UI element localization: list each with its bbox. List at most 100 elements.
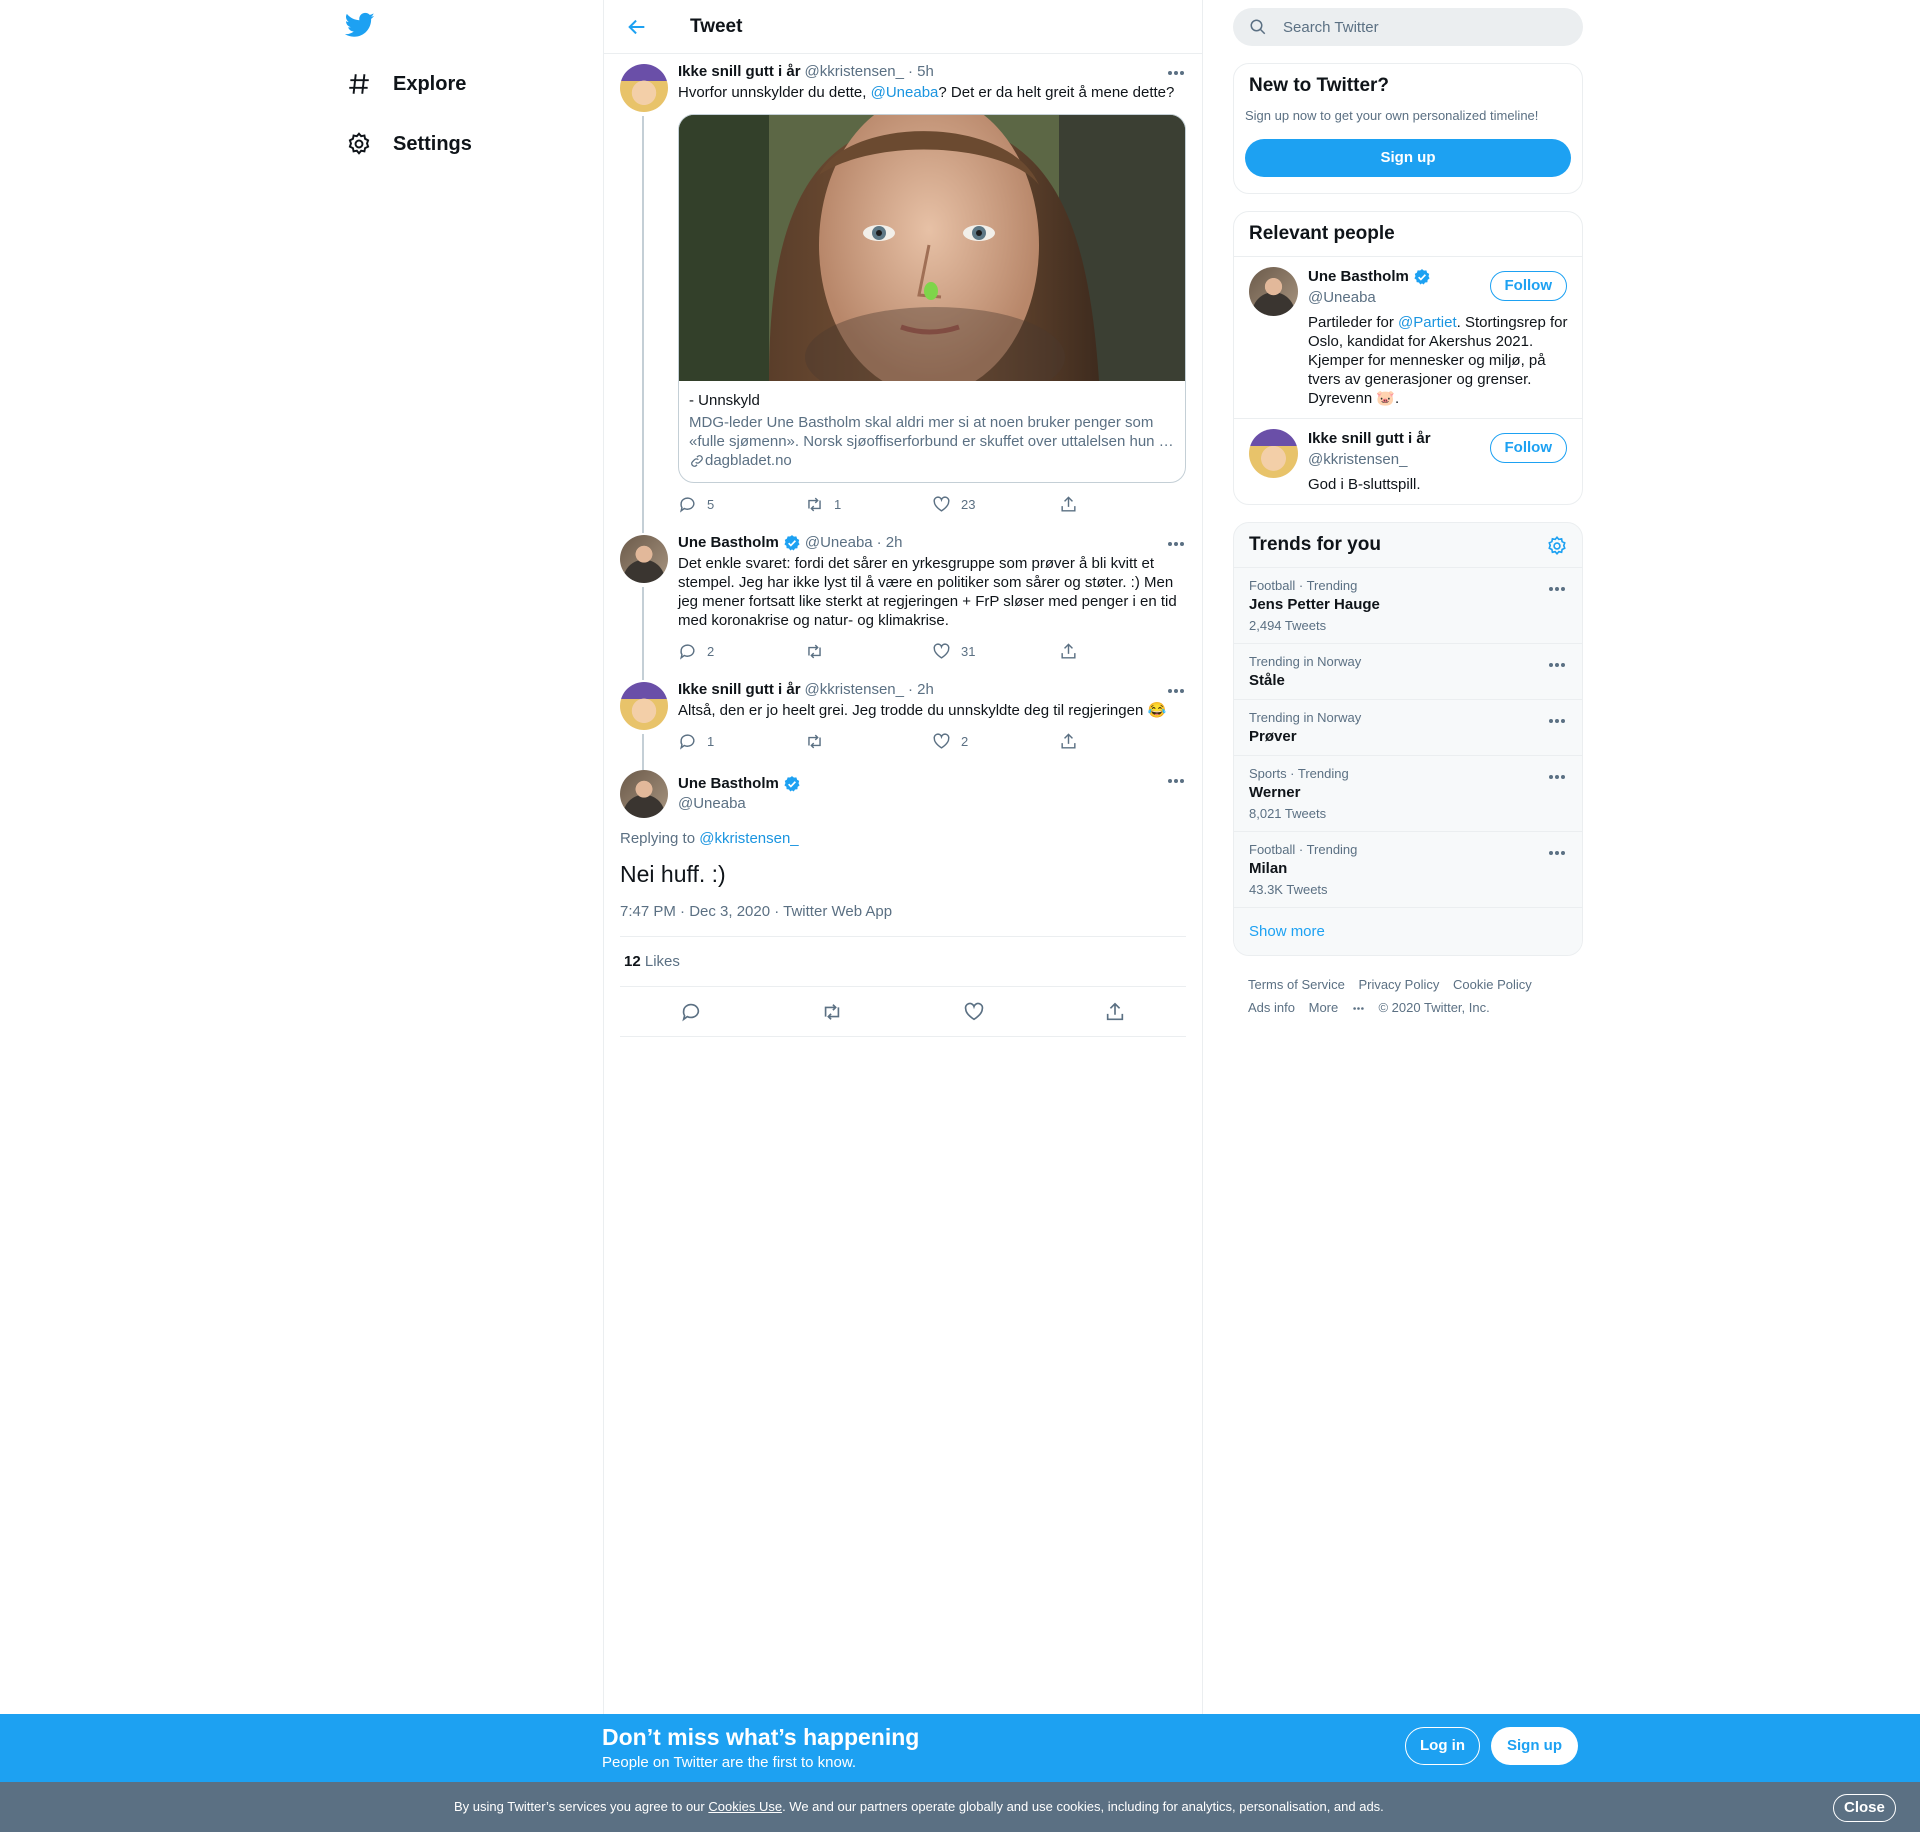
- tweet-author-name[interactable]: Une Bastholm: [678, 533, 779, 553]
- like-button[interactable]: 23: [932, 495, 1059, 514]
- card-domain: dagbladet.no: [689, 451, 1175, 470]
- heart-icon[interactable]: [963, 1001, 985, 1023]
- privacy-link[interactable]: Privacy Policy: [1358, 977, 1439, 992]
- ads-info-link[interactable]: Ads info: [1248, 1000, 1295, 1015]
- tweet-author-handle[interactable]: @kkristensen_: [805, 62, 904, 82]
- retweet-icon[interactable]: [821, 1001, 843, 1023]
- more-options-icon[interactable]: [1547, 580, 1567, 598]
- share-icon[interactable]: [1104, 1001, 1126, 1023]
- bio-mention-link[interactable]: @Partiet: [1398, 314, 1457, 331]
- more-options-icon[interactable]: [1547, 844, 1567, 862]
- trend-name: Prøver: [1249, 728, 1297, 746]
- tweet-author-handle[interactable]: @Uneaba: [805, 533, 873, 553]
- avatar[interactable]: [620, 64, 668, 112]
- person-card[interactable]: Ikke snill gutt i år @kkristensen_ God i…: [1234, 418, 1582, 504]
- twitter-logo-icon[interactable]: [344, 10, 381, 46]
- sign-up-button[interactable]: Sign up: [1245, 139, 1571, 177]
- footer-links: Terms of Service Privacy Policy Cookie P…: [1233, 956, 1583, 1036]
- trend-item[interactable]: Football · Trending Milan 43.3K Tweets: [1234, 831, 1582, 908]
- retweet-button[interactable]: [805, 732, 932, 751]
- avatar[interactable]: [620, 682, 668, 730]
- share-button[interactable]: [1059, 495, 1186, 514]
- relevant-people-title: Relevant people: [1249, 223, 1395, 244]
- tweet-author-name[interactable]: Ikke snill gutt i år: [678, 62, 801, 82]
- tweet-author-handle[interactable]: @Uneaba: [678, 794, 805, 814]
- link-card[interactable]: - Unnskyld MDG-leder Une Bastholm skal a…: [678, 114, 1186, 483]
- more-link[interactable]: More: [1309, 1000, 1365, 1015]
- retweet-count: 1: [834, 496, 842, 512]
- reply-button[interactable]: 5: [678, 495, 805, 514]
- link-icon: [691, 454, 703, 467]
- focused-tweet-actions: [620, 987, 1186, 1037]
- close-button[interactable]: Close: [1833, 1794, 1896, 1822]
- verified-badge-icon: [784, 535, 800, 551]
- tweet-metadata[interactable]: 7:47 PM · Dec 3, 2020 · Twitter Web App: [620, 903, 1186, 937]
- avatar[interactable]: [620, 770, 668, 818]
- replying-to-link[interactable]: @kkristensen_: [699, 830, 798, 847]
- retweet-icon: [808, 497, 821, 511]
- more-options-icon[interactable]: [1166, 772, 1186, 790]
- tweet-author-handle[interactable]: @kkristensen_: [805, 680, 904, 700]
- tweet-3[interactable]: Ikke snill gutt i år @kkristensen_ · 2h …: [604, 672, 1202, 770]
- avatar[interactable]: [620, 535, 668, 583]
- trend-item[interactable]: Sports · Trending Werner 8,021 Tweets: [1234, 755, 1582, 832]
- share-button[interactable]: [1059, 642, 1186, 661]
- tweet-text: Altså, den er jo heelt grei. Jeg trodde …: [678, 702, 1167, 719]
- tweet-author-name[interactable]: Ikke snill gutt i år: [678, 680, 801, 700]
- more-options-icon[interactable]: [1166, 682, 1186, 700]
- log-in-button[interactable]: Log in: [1405, 1727, 1480, 1765]
- tweet-time[interactable]: · 2h: [877, 533, 903, 553]
- more-options-icon[interactable]: [1166, 535, 1186, 553]
- person-card[interactable]: Une Bastholm @Uneaba Partileder for @Par…: [1234, 256, 1582, 418]
- cookie-policy-link[interactable]: Cookie Policy: [1453, 977, 1532, 992]
- follow-button[interactable]: Follow: [1489, 271, 1567, 301]
- more-options-icon[interactable]: [1547, 712, 1567, 730]
- nav-settings[interactable]: Settings: [345, 122, 472, 166]
- cookies-use-link[interactable]: Cookies Use: [708, 1799, 782, 1814]
- tweet-time[interactable]: · 2h: [908, 680, 934, 700]
- more-options-icon[interactable]: [1547, 768, 1567, 786]
- show-more-link[interactable]: Show more: [1234, 907, 1582, 956]
- trend-name: Jens Petter Hauge: [1249, 596, 1380, 614]
- main-column: Tweet Ikke snill gutt i år @kkristensen_…: [603, 0, 1203, 1832]
- like-button[interactable]: 2: [932, 732, 1059, 751]
- tweet-time[interactable]: · 5h: [908, 62, 934, 82]
- reply-button[interactable]: 1: [678, 732, 805, 751]
- terms-link[interactable]: Terms of Service: [1248, 977, 1345, 992]
- banner-sign-up-button[interactable]: Sign up: [1491, 1727, 1578, 1765]
- search-box[interactable]: [1233, 8, 1583, 46]
- tweet-1[interactable]: Ikke snill gutt i år @kkristensen_ · 5h …: [604, 54, 1202, 533]
- reply-icon[interactable]: [680, 1001, 702, 1023]
- heart-icon: [933, 732, 950, 749]
- person-bio: God i B-sluttspill.: [1308, 476, 1421, 494]
- tweet-actions: 1 2: [678, 720, 1186, 762]
- card-domain-text: dagbladet.no: [705, 452, 792, 469]
- retweet-button[interactable]: 1: [805, 495, 932, 514]
- tweet-2[interactable]: Une Bastholm @Uneaba · 2h Det enkle svar…: [604, 525, 1202, 680]
- person-name[interactable]: Une Bastholm: [1308, 268, 1409, 285]
- likes-summary[interactable]: 12 Likes: [620, 937, 1186, 987]
- reply-icon: [679, 643, 695, 660]
- retweet-icon: [808, 734, 821, 748]
- mention-link[interactable]: @Uneaba: [871, 84, 939, 101]
- back-arrow-icon[interactable]: [620, 10, 654, 44]
- nav-explore[interactable]: Explore: [345, 62, 466, 106]
- more-options-icon[interactable]: [1547, 656, 1567, 674]
- search-input[interactable]: [1283, 18, 1543, 36]
- share-button[interactable]: [1059, 732, 1186, 751]
- trend-item[interactable]: Football · Trending Jens Petter Hauge 2,…: [1234, 567, 1582, 644]
- trend-item[interactable]: Trending in Norway Ståle: [1234, 643, 1582, 700]
- more-options-icon[interactable]: [1166, 64, 1186, 82]
- like-button[interactable]: 31: [932, 642, 1059, 661]
- bio-part: Partileder for: [1308, 314, 1399, 332]
- gear-icon[interactable]: [1546, 535, 1568, 557]
- reply-button[interactable]: 2: [678, 642, 805, 661]
- tweet-actions: 2 31: [678, 630, 1186, 672]
- avatar[interactable]: [1249, 429, 1298, 479]
- follow-button[interactable]: Follow: [1489, 433, 1567, 464]
- trend-item[interactable]: Trending in Norway Prøver: [1234, 699, 1582, 756]
- avatar[interactable]: [1249, 267, 1298, 316]
- retweet-button[interactable]: [805, 642, 932, 661]
- tweet-author-name[interactable]: Une Bastholm: [678, 774, 779, 794]
- like-count: 23: [961, 496, 976, 512]
